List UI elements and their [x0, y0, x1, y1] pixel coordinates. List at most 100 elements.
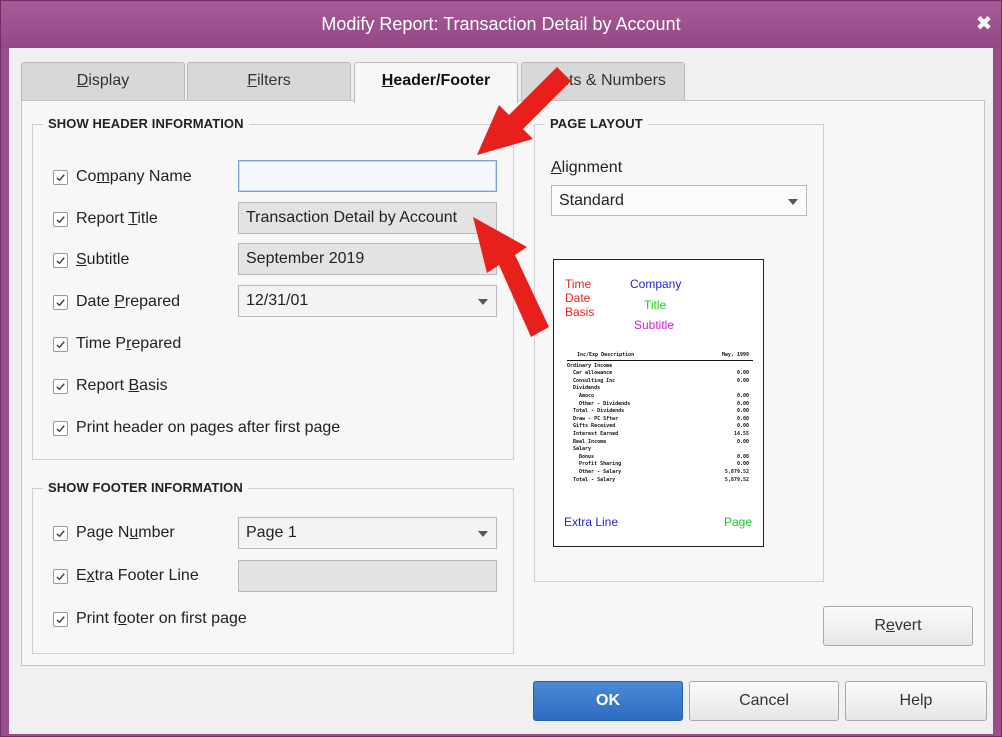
- preview-table-cell: Other - Dividends: [579, 400, 631, 407]
- extra-footer-row: Extra Footer Line: [53, 562, 199, 590]
- preview-table-cell: 0.00: [736, 370, 749, 377]
- preview-report-table: Inc/Exp Description May, 1999 Ordinary Inc…: [567, 352, 753, 502]
- preview-date: Date: [565, 291, 591, 305]
- revert-button[interactable]: Revert: [823, 606, 973, 646]
- preview-table-cell: Salary: [573, 446, 592, 453]
- preview-table-cell: Interest Earned: [573, 430, 619, 437]
- report-basis-row: Report Basis: [53, 372, 168, 400]
- preview-table-cell: Draw - PC Sftwr: [573, 415, 619, 422]
- dialog-client: Display Filters Header/Footer nts & Numb…: [9, 48, 993, 734]
- preview-table-row: Dividends: [567, 385, 753, 393]
- page-number-row: Page Number: [53, 519, 175, 547]
- preview-table-cell: 0.00: [736, 400, 749, 407]
- date-prepared-dropdown[interactable]: 12/31/01: [238, 285, 497, 317]
- window-title: Modify Report: Transaction Detail by Acc…: [321, 14, 681, 34]
- page-layout-title: PAGE LAYOUT: [545, 116, 648, 131]
- print-header-label: Print header on pages after first page: [76, 419, 341, 436]
- preview-table-row: Amoco 0.00: [567, 393, 753, 401]
- preview-table-row: Interest Earned 14.55: [567, 431, 753, 439]
- report-title-label: Report Title: [76, 210, 158, 227]
- time-prepared-label: Time Prepared: [76, 335, 182, 352]
- subtitle-label: Subtitle: [76, 251, 130, 268]
- date-prepared-checkbox[interactable]: [53, 294, 68, 310]
- preview-table-cell: Amoco: [579, 392, 595, 399]
- preview-table-cell: 0.00: [736, 392, 749, 399]
- print-footer-checkbox[interactable]: [53, 611, 68, 627]
- tab-header-footer[interactable]: Header/Footer: [354, 62, 518, 103]
- report-basis-checkbox[interactable]: [53, 378, 68, 394]
- date-prepared-label: Date Prepared: [76, 293, 181, 310]
- report-basis-label: Report Basis: [76, 377, 168, 394]
- print-footer-label: Print footer on first page: [76, 610, 247, 627]
- print-header-checkbox[interactable]: [53, 420, 68, 436]
- cancel-button[interactable]: Cancel: [689, 681, 839, 721]
- preview-table-cell: Ordinary Income: [567, 362, 613, 369]
- page-layout-group: PAGE LAYOUT Alignment Standard Time Date…: [534, 116, 824, 582]
- preview-table-cell: Dividends: [573, 385, 601, 392]
- help-button[interactable]: Help: [845, 681, 987, 721]
- preview-table-cell: 0.00: [736, 438, 749, 445]
- preview-table-row: Total - Salary 5,879.52: [567, 477, 753, 485]
- alignment-dropdown[interactable]: Standard: [551, 185, 807, 216]
- tab-display[interactable]: Display: [21, 62, 185, 100]
- preview-table-cell: 0.00: [736, 377, 749, 384]
- preview-table-row: Total - Dividends 0.00: [567, 408, 753, 416]
- preview-table-cell: 5,879.52: [724, 476, 749, 483]
- report-title-field[interactable]: Transaction Detail by Account: [238, 202, 497, 234]
- preview-subtitle: Subtitle: [634, 318, 675, 332]
- preview-table-row: Real Income 0.00: [567, 439, 753, 447]
- alignment-value: Standard: [559, 192, 624, 209]
- company-name-field[interactable]: [238, 160, 497, 192]
- preview-table-row: Draw - PC Sftwr 0.00: [567, 416, 753, 424]
- preview-table-cell: Bonus: [579, 453, 595, 460]
- preview-table-cell: Other - Salary: [579, 468, 622, 475]
- extra-footer-field[interactable]: [238, 560, 497, 592]
- page-layout-preview: Time Date Basis Company Title Subtitle I…: [553, 259, 764, 547]
- page-number-dropdown[interactable]: Page 1: [238, 517, 497, 549]
- date-prepared-value: 12/31/01: [246, 292, 309, 309]
- page-number-checkbox[interactable]: [53, 525, 68, 541]
- tab-fonts-numbers[interactable]: nts & Numbers: [521, 62, 685, 100]
- preview-table-cell: Car allowance: [573, 370, 613, 377]
- preview-table-cell: 0.00: [736, 415, 749, 422]
- company-name-checkbox[interactable]: [53, 169, 68, 185]
- header-info-group: SHOW HEADER INFORMATION Company Name Rep…: [32, 116, 514, 460]
- page-number-value: Page 1: [246, 524, 297, 541]
- chevron-down-icon: [478, 299, 488, 305]
- report-title-row: Report Title: [53, 205, 158, 233]
- preview-table-cell: 14.55: [733, 430, 749, 437]
- preview-page: Page: [724, 515, 753, 529]
- preview-table-cell: Real Income: [573, 438, 607, 445]
- tab-filters[interactable]: Filters: [187, 62, 351, 100]
- subtitle-field[interactable]: September 2019: [238, 243, 497, 275]
- print-header-row: Print header on pages after first page: [53, 414, 340, 442]
- preview-table-cell: Total - Dividends: [573, 408, 625, 415]
- preview-table-row: Profit Sharing 0.00: [567, 461, 753, 469]
- preview-extra-line: Extra Line: [564, 515, 619, 529]
- print-footer-row: Print footer on first page: [53, 605, 247, 633]
- footer-info-title: SHOW FOOTER INFORMATION: [43, 480, 248, 495]
- report-title-checkbox[interactable]: [53, 211, 68, 227]
- preview-title: Title: [644, 298, 667, 312]
- subtitle-checkbox[interactable]: [53, 252, 68, 268]
- close-icon[interactable]: ✖: [973, 13, 995, 35]
- chevron-down-icon: [788, 199, 798, 205]
- time-prepared-row: Time Prepared: [53, 330, 181, 358]
- preview-table-row: Ordinary Income: [567, 363, 753, 371]
- chevron-down-icon: [478, 531, 488, 537]
- ok-button[interactable]: OK: [533, 681, 683, 721]
- preview-table-row: Salary: [567, 446, 753, 454]
- subtitle-row: Subtitle: [53, 246, 129, 274]
- preview-table-cell: Total - Salary: [573, 476, 616, 483]
- title-bar: Modify Report: Transaction Detail by Acc…: [1, 1, 1001, 48]
- preview-table-cell: 5,879.52: [724, 468, 749, 475]
- company-name-row: Company Name: [53, 163, 192, 191]
- dialog-window: Modify Report: Transaction Detail by Acc…: [0, 0, 1002, 737]
- preview-company: Company: [630, 277, 682, 291]
- preview-table-header: Inc/Exp Description May, 1999: [567, 352, 753, 361]
- preview-table-col-month: May, 1999: [721, 352, 749, 358]
- date-prepared-row: Date Prepared: [53, 288, 180, 316]
- time-prepared-checkbox[interactable]: [53, 336, 68, 352]
- extra-footer-checkbox[interactable]: [53, 568, 68, 584]
- page-number-label: Page Number: [76, 524, 175, 541]
